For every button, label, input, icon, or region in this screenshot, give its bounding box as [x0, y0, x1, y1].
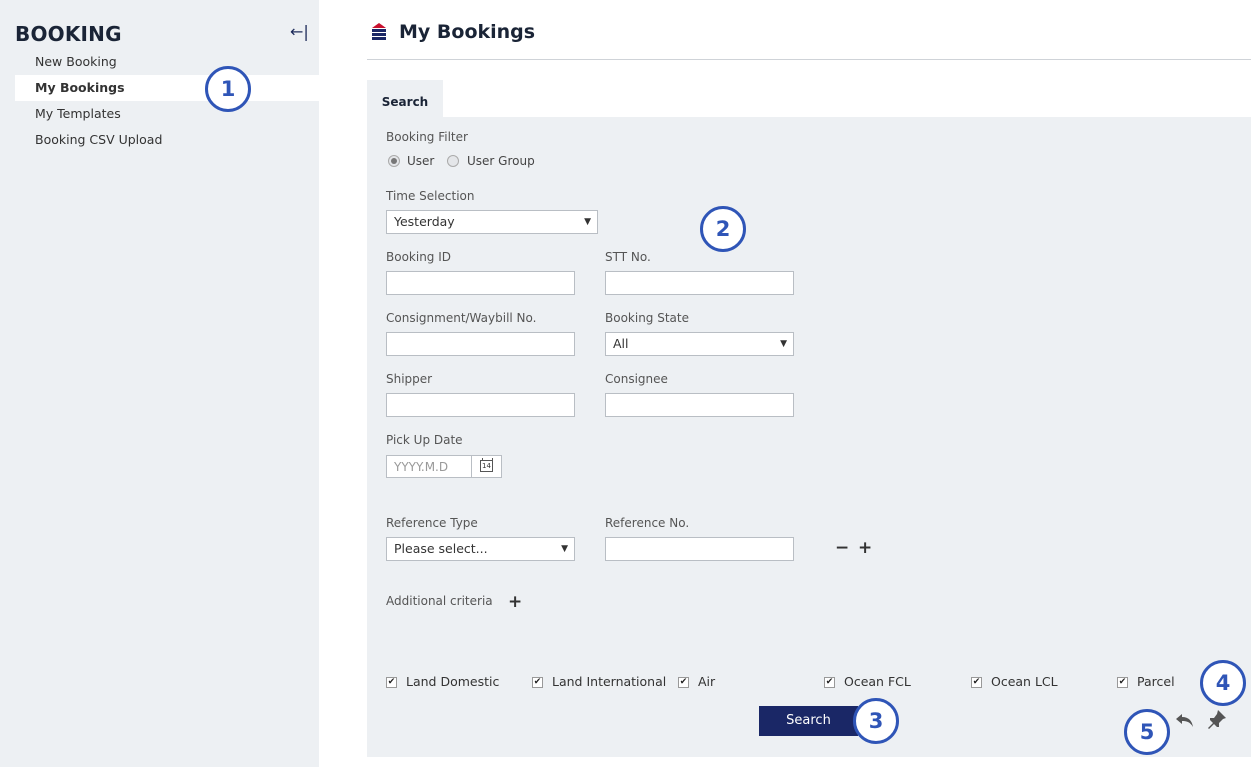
calendar-button[interactable]: 14: [471, 455, 502, 478]
checkbox-label: Land Domestic: [406, 674, 500, 689]
callout-badge-5: 5: [1124, 709, 1170, 755]
booking-state-label: Booking State: [605, 311, 689, 325]
remove-reference-button[interactable]: −: [835, 538, 849, 558]
header-divider: [367, 59, 1251, 60]
checkbox-label: Land International: [552, 674, 667, 689]
callout-badge-4: 4: [1200, 660, 1246, 706]
pin-icon[interactable]: [1207, 709, 1227, 731]
chevron-down-icon: ▼: [561, 544, 568, 554]
tab-search[interactable]: Search: [367, 80, 443, 117]
checkbox-label: Ocean FCL: [844, 674, 911, 689]
chevron-down-icon: ▼: [780, 339, 787, 349]
consignee-label: Consignee: [605, 372, 668, 386]
booking-id-input[interactable]: [386, 271, 575, 295]
sidebar-title: BOOKING: [15, 22, 122, 46]
pickup-date-label: Pick Up Date: [386, 433, 463, 447]
radio-user-group-label: User Group: [467, 154, 535, 168]
shipper-input[interactable]: [386, 393, 575, 417]
booking-state-value: All: [613, 336, 629, 351]
reference-type-value: Please select...: [394, 541, 488, 556]
consignee-input[interactable]: [605, 393, 794, 417]
reference-no-label: Reference No.: [605, 516, 690, 530]
radio-user[interactable]: [388, 155, 400, 167]
shipper-label: Shipper: [386, 372, 433, 386]
radio-user-group[interactable]: [447, 155, 459, 167]
sidebar: BOOKING ←| New Booking My Bookings My Te…: [0, 0, 319, 767]
calendar-icon: 14: [480, 458, 493, 472]
page-title: My Bookings: [399, 21, 536, 43]
chevron-down-icon: ▼: [584, 217, 591, 227]
sidebar-item-my-bookings[interactable]: My Bookings: [15, 75, 319, 101]
checkbox-ocean-fcl[interactable]: ✔: [824, 677, 835, 688]
callout-badge-1: 1: [205, 66, 251, 112]
radio-user-label: User: [407, 154, 435, 168]
stt-input[interactable]: [605, 271, 794, 295]
consignment-input[interactable]: [386, 332, 575, 356]
add-criteria-button[interactable]: +: [508, 592, 522, 612]
callout-badge-2: 2: [700, 206, 746, 252]
checkbox-land-domestic[interactable]: ✔: [386, 677, 397, 688]
callout-badge-3: 3: [853, 698, 899, 744]
checkbox-label: Ocean LCL: [991, 674, 1058, 689]
time-selection-value: Yesterday: [394, 214, 455, 229]
collapse-sidebar-icon[interactable]: ←|: [290, 22, 309, 41]
add-reference-button[interactable]: +: [858, 538, 872, 558]
checkbox-label: Parcel: [1137, 674, 1175, 689]
stt-label: STT No.: [605, 250, 651, 264]
bookings-icon: [372, 23, 386, 40]
booking-state-select[interactable]: All ▼: [605, 332, 794, 356]
sidebar-item-new-booking[interactable]: New Booking: [15, 49, 319, 75]
pickup-date-input[interactable]: YYYY.M.D: [386, 455, 472, 478]
undo-icon[interactable]: [1174, 711, 1196, 729]
sidebar-item-booking-csv-upload[interactable]: Booking CSV Upload: [15, 127, 319, 153]
reference-type-label: Reference Type: [386, 516, 478, 530]
booking-id-label: Booking ID: [386, 250, 452, 264]
consignment-label: Consignment/Waybill No.: [386, 311, 537, 325]
search-button[interactable]: Search: [759, 706, 858, 736]
time-selection-select[interactable]: Yesterday ▼: [386, 210, 598, 234]
time-selection-label: Time Selection: [386, 189, 475, 203]
additional-criteria-label: Additional criteria: [386, 594, 493, 608]
reference-no-input[interactable]: [605, 537, 794, 561]
sidebar-item-my-templates[interactable]: My Templates: [15, 101, 319, 127]
reference-type-select[interactable]: Please select... ▼: [386, 537, 575, 561]
checkbox-parcel[interactable]: ✔: [1117, 677, 1128, 688]
checkbox-ocean-lcl[interactable]: ✔: [971, 677, 982, 688]
checkbox-air[interactable]: ✔: [678, 677, 689, 688]
checkbox-land-international[interactable]: ✔: [532, 677, 543, 688]
booking-filter-label: Booking Filter: [386, 130, 468, 144]
checkbox-label: Air: [698, 674, 716, 689]
